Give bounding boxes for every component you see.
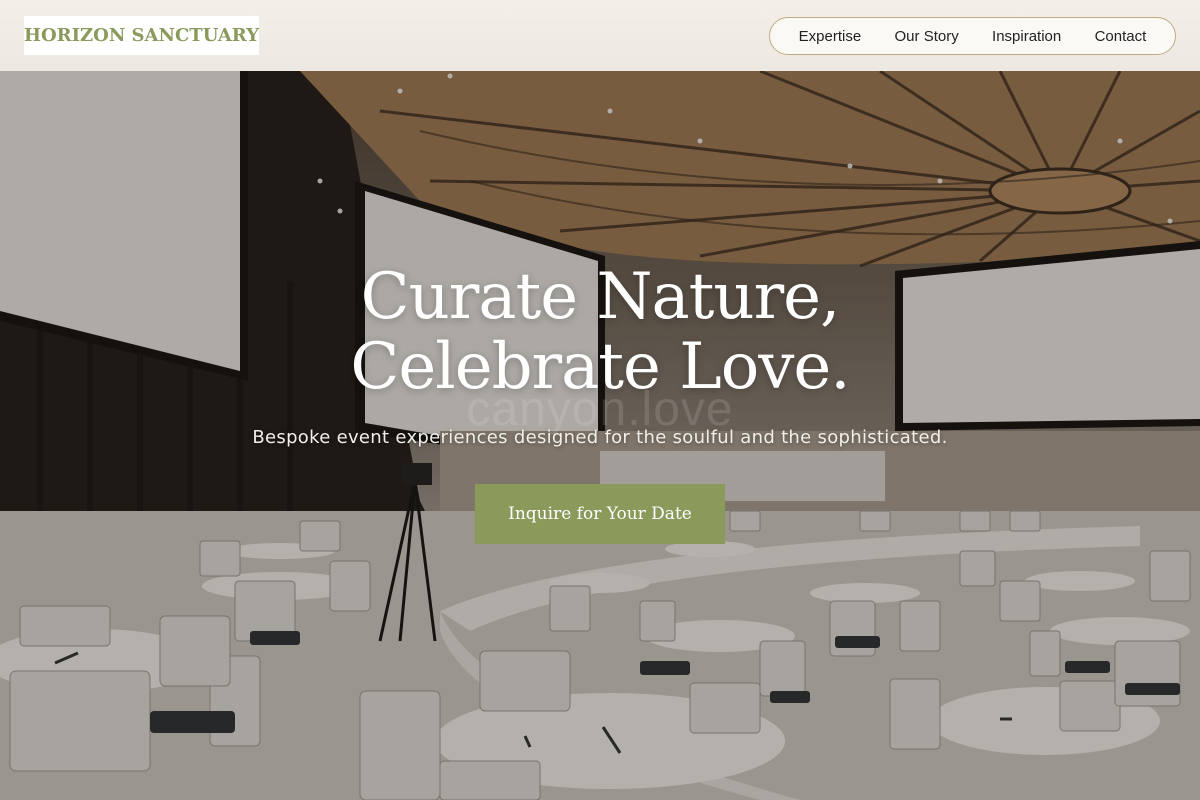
inquire-button[interactable]: Inquire for Your Date: [475, 484, 725, 544]
nav-link-our-story[interactable]: Our Story: [895, 28, 959, 45]
hero-headline: Curate Nature, Celebrate Love.: [0, 262, 1200, 402]
hero-tagline: Bespoke event experiences designed for t…: [252, 427, 948, 448]
site-header: HORIZON SANCTUARY Expertise Our Story In…: [0, 0, 1200, 71]
brand-logo[interactable]: HORIZON SANCTUARY: [24, 16, 259, 55]
hero-headline-line1: Curate Nature,: [360, 260, 841, 334]
nav-link-inspiration[interactable]: Inspiration: [992, 28, 1061, 45]
main-nav: Expertise Our Story Inspiration Contact: [769, 17, 1176, 55]
nav-link-expertise[interactable]: Expertise: [799, 28, 862, 45]
nav-link-contact[interactable]: Contact: [1095, 28, 1147, 45]
